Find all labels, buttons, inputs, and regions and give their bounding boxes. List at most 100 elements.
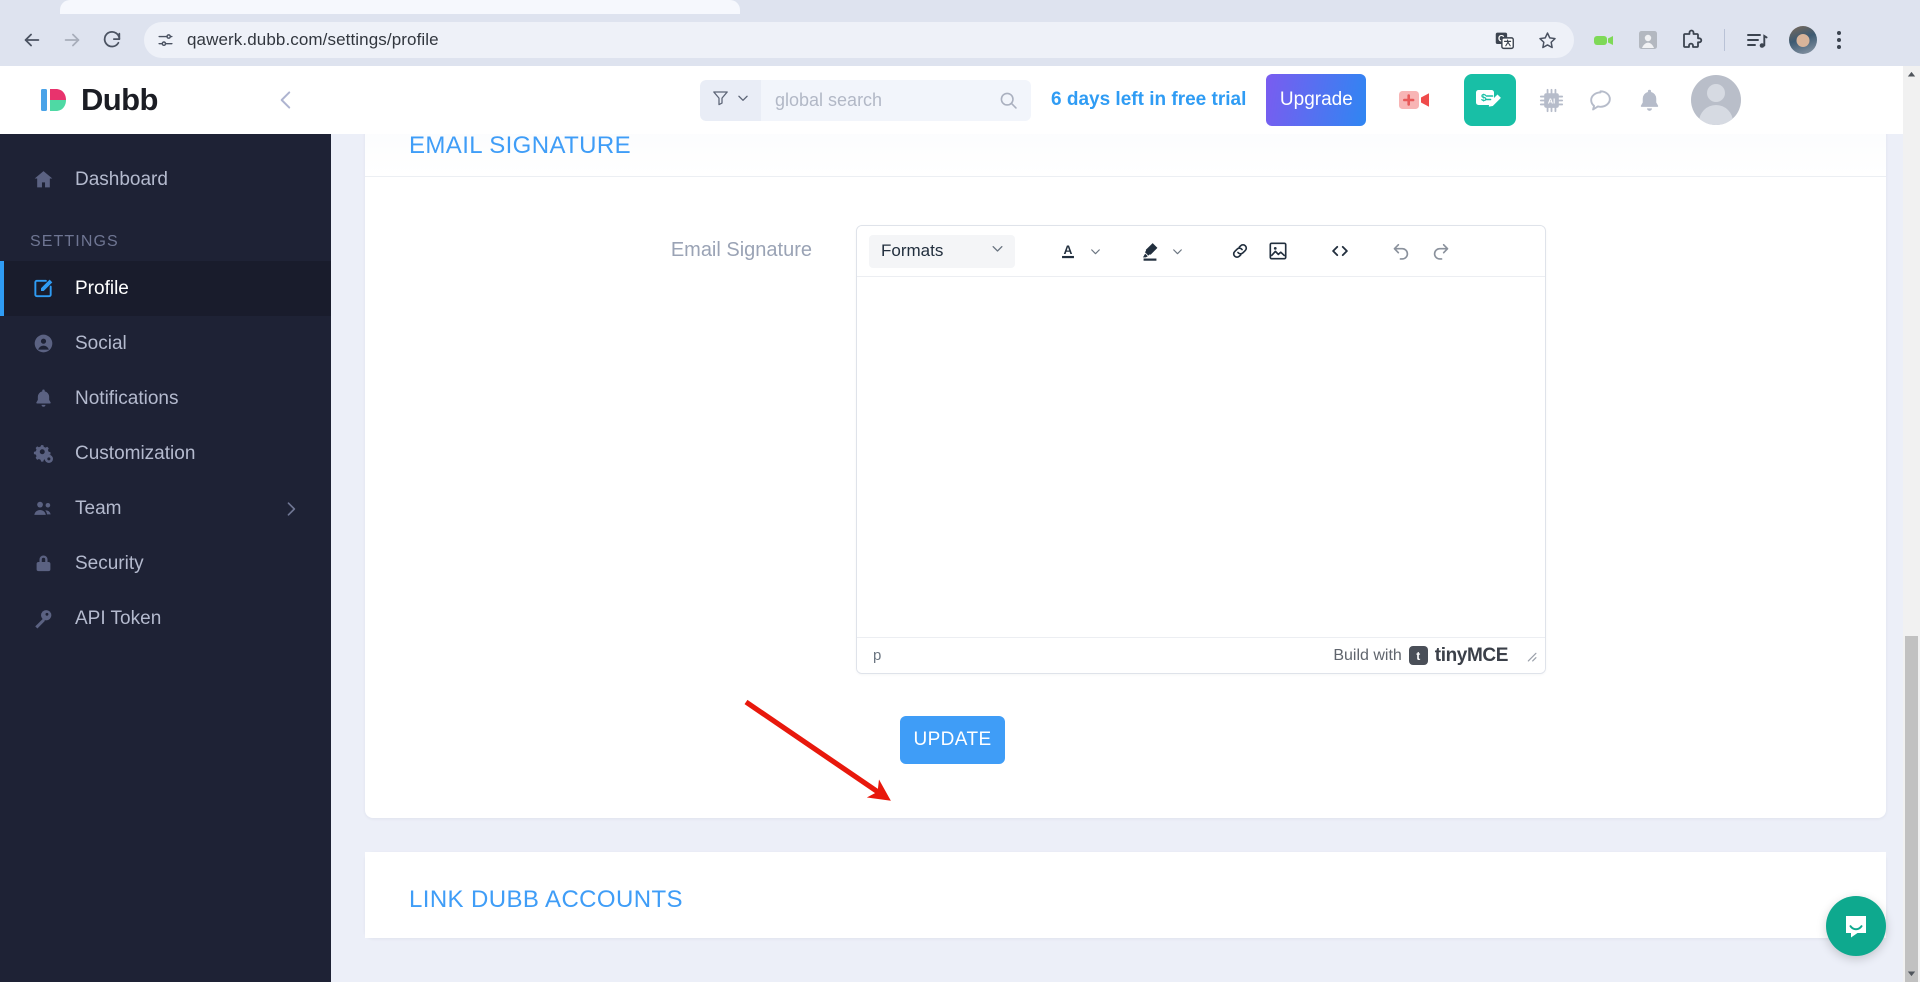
highlight-color-caret[interactable]: [1167, 235, 1187, 268]
address-bar[interactable]: qawerk.dubb.com/settings/profile G: [144, 22, 1574, 58]
home-icon: [30, 168, 56, 191]
page-title: EMAIL SIGNATURE: [409, 134, 632, 159]
sidebar-item-label: Profile: [75, 277, 129, 299]
toolbar-divider: [1724, 29, 1725, 51]
scrollbar-thumb[interactable]: [1905, 636, 1918, 982]
forward-arrow-icon[interactable]: [54, 22, 90, 58]
sidebar-item-notifications[interactable]: Notifications: [0, 371, 331, 426]
dubb-video-extension-icon[interactable]: [1592, 28, 1616, 52]
search-input[interactable]: global search: [775, 90, 988, 111]
sidebar-item-team[interactable]: Team: [0, 481, 331, 536]
tinymce-name: tinyMCE: [1434, 644, 1509, 666]
browser-tab-strip[interactable]: [0, 0, 1920, 14]
sidebar-item-api-token[interactable]: API Token: [0, 591, 331, 646]
resize-grip-icon[interactable]: [1524, 649, 1537, 662]
sidebar-item-label: API Token: [75, 607, 162, 629]
chat-bubble-icon[interactable]: [1587, 87, 1614, 114]
sales-page-icon[interactable]: $: [1464, 74, 1517, 126]
text-color-icon[interactable]: A: [1051, 235, 1085, 268]
branding-prefix: Build with: [1333, 646, 1402, 664]
search-filter-dropdown[interactable]: [700, 79, 761, 121]
browser-profile-avatar[interactable]: [1789, 26, 1817, 54]
undo-icon[interactable]: [1385, 235, 1419, 268]
user-circle-icon: [30, 332, 56, 355]
formats-dropdown[interactable]: Formats: [869, 234, 1015, 268]
chrome-menu-kebab-icon[interactable]: [1837, 31, 1841, 49]
site-settings-icon[interactable]: [156, 31, 175, 50]
email-signature-label: Email Signature: [670, 239, 812, 261]
edit-pencil-icon: [30, 277, 56, 300]
link-accounts-title: LINK DUBB ACCOUNTS: [409, 886, 683, 913]
sidebar-item-label: Dashboard: [75, 168, 168, 190]
bell-icon[interactable]: [1636, 87, 1663, 114]
brand-name: Dubb: [81, 82, 158, 117]
bell-icon: [30, 387, 56, 410]
chevron-right-icon[interactable]: [281, 499, 301, 519]
email-signature-field-row: Email Signature Formats A p Build with t…: [409, 225, 1842, 674]
user-avatar[interactable]: [1691, 75, 1742, 125]
browser-extension-icons: [1592, 26, 1841, 54]
sidebar-nav: Dashboard SETTINGS Profile Social Notifi…: [0, 134, 331, 646]
sidebar-section-settings: SETTINGS: [30, 233, 119, 250]
chevron-down-icon: [990, 241, 1005, 261]
bookmark-star-icon[interactable]: [1537, 30, 1558, 51]
svg-text:AI: AI: [1548, 96, 1555, 105]
sidebar-item-customization[interactable]: Customization: [0, 426, 331, 481]
extensions-puzzle-icon[interactable]: [1680, 28, 1704, 52]
tinymce-editor[interactable]: Formats A p Build with t tinyMCE: [856, 225, 1546, 674]
sidebar-item-label: Social: [75, 332, 127, 354]
email-signature-card-body: Email Signature Formats A p Build with t…: [365, 177, 1886, 818]
address-bar-url[interactable]: qawerk.dubb.com/settings/profile: [187, 30, 1482, 50]
dubb-logo-mark: [41, 89, 66, 111]
source-code-icon[interactable]: [1323, 235, 1357, 268]
scroll-down-arrow[interactable]: [1903, 965, 1920, 982]
editor-content-area[interactable]: [857, 277, 1545, 637]
dubb-logo[interactable]: Dubb: [38, 82, 158, 118]
screenshot-extension-icon[interactable]: [1636, 28, 1660, 52]
people-icon: [30, 497, 56, 520]
update-button[interactable]: UPDATE: [900, 716, 1005, 764]
tinymce-logo-icon: t: [1408, 646, 1428, 665]
lock-icon: [30, 552, 56, 575]
link-dubb-accounts-card: LINK DUBB ACCOUNTS: [365, 852, 1886, 938]
gears-icon: [30, 442, 56, 465]
sidebar-item-security[interactable]: Security: [0, 536, 331, 591]
intercom-chat-launcher[interactable]: [1826, 896, 1886, 956]
formats-dropdown-label: Formats: [881, 241, 944, 260]
chevron-left-icon[interactable]: [267, 81, 305, 119]
highlight-color-icon[interactable]: [1133, 235, 1167, 268]
global-search: global search: [700, 79, 1031, 121]
insert-link-icon[interactable]: [1223, 235, 1257, 268]
chevron-down-icon: [736, 91, 750, 110]
page-viewport: Dubb Dashboard SETTINGS Profile Social N…: [0, 66, 1920, 982]
app-header: global search 6 days left in free trial …: [331, 66, 1920, 134]
text-color-caret[interactable]: [1085, 235, 1105, 268]
media-playlist-icon[interactable]: [1745, 28, 1769, 52]
active-browser-tab[interactable]: [60, 0, 740, 14]
svg-text:A: A: [1064, 243, 1073, 257]
search-input-wrapper[interactable]: global search: [761, 79, 1031, 121]
editor-status-bar: p Build with t tinyMCE: [857, 637, 1545, 673]
scroll-up-arrow[interactable]: [1903, 66, 1920, 83]
ai-chip-icon[interactable]: AI: [1538, 87, 1565, 114]
sidebar-item-dashboard[interactable]: Dashboard: [0, 152, 331, 207]
element-path[interactable]: p: [873, 647, 881, 664]
reload-icon[interactable]: [94, 22, 130, 58]
sidebar-item-social[interactable]: Social: [0, 316, 331, 371]
insert-image-icon[interactable]: [1261, 235, 1295, 268]
trial-status-text: 6 days left in free trial: [1051, 89, 1247, 110]
translate-icon[interactable]: G: [1494, 30, 1515, 51]
page-content: EMAIL SIGNATURE Email Signature Formats: [331, 134, 1920, 982]
sidebar-item-label: Team: [75, 497, 122, 519]
update-button-row: UPDATE: [409, 716, 1842, 764]
sidebar-header: Dubb: [0, 66, 331, 134]
back-arrow-icon[interactable]: [14, 22, 50, 58]
sidebar-item-profile[interactable]: Profile: [0, 261, 331, 316]
record-video-icon[interactable]: [1390, 74, 1443, 126]
tinymce-branding[interactable]: Build with t tinyMCE: [1333, 645, 1537, 667]
svg-text:$: $: [1481, 93, 1487, 104]
search-magnifier-icon[interactable]: [998, 90, 1019, 111]
upgrade-button[interactable]: Upgrade: [1266, 74, 1367, 126]
redo-icon[interactable]: [1423, 235, 1457, 268]
page-scrollbar[interactable]: [1903, 66, 1920, 982]
